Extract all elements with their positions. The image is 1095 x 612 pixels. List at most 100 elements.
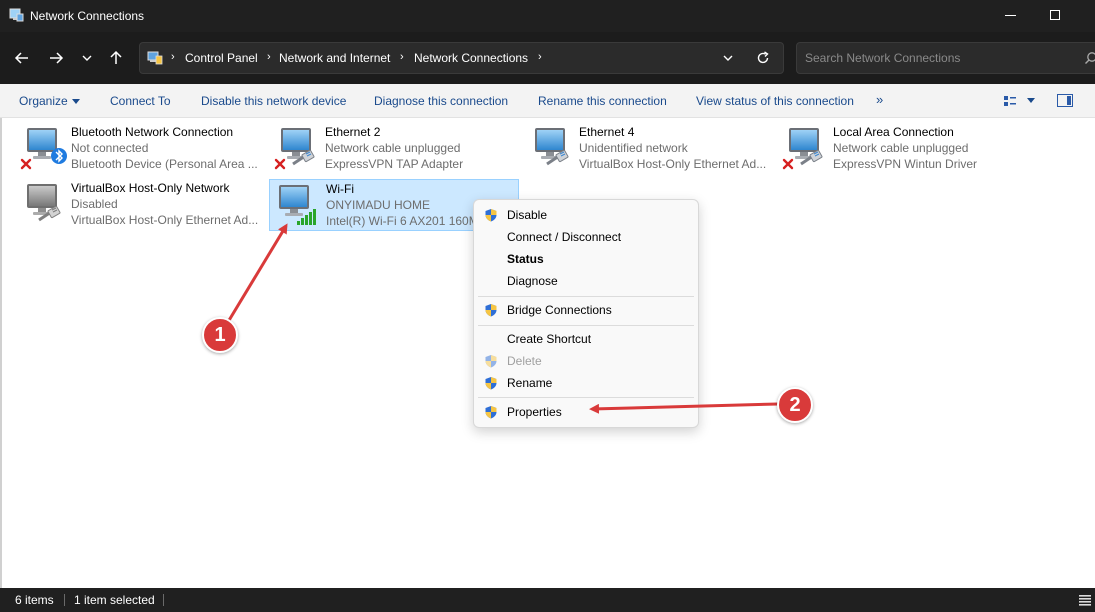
search-icon[interactable] bbox=[1084, 51, 1095, 65]
menu-item-label: Connect / Disconnect bbox=[507, 230, 622, 244]
maximize-button[interactable] bbox=[1050, 10, 1060, 20]
menu-item-rename[interactable]: Rename bbox=[474, 372, 698, 394]
context-menu: Disable Connect / Disconnect Status Diag… bbox=[473, 199, 699, 428]
connection-device: ExpressVPN TAP Adapter bbox=[325, 157, 464, 171]
connection-item-virtualbox[interactable]: VirtualBox Host-Only Network Disabled Vi… bbox=[17, 178, 267, 230]
connection-status: Network cable unplugged bbox=[833, 141, 969, 155]
window-edge bbox=[0, 118, 2, 588]
connection-name: Wi-Fi bbox=[326, 182, 354, 196]
menu-item-properties[interactable]: Properties bbox=[474, 401, 698, 423]
network-connections-app-icon bbox=[9, 8, 24, 22]
forward-arrow-icon[interactable] bbox=[48, 50, 64, 66]
connection-item-local-area[interactable]: Local Area Connection Network cable unpl… bbox=[779, 122, 1029, 174]
recent-locations-chevron-icon[interactable] bbox=[80, 52, 94, 64]
menu-separator bbox=[478, 325, 694, 326]
breadcrumb-network-and-internet[interactable]: Network and Internet bbox=[279, 51, 390, 65]
connection-item-ethernet-4[interactable]: Ethernet 4 Unidentified network VirtualB… bbox=[525, 122, 775, 174]
menu-item-label: Diagnose bbox=[507, 274, 558, 288]
connection-device: VirtualBox Host-Only Ethernet Ad... bbox=[579, 157, 767, 171]
ethernet-disconnected-icon bbox=[274, 126, 315, 170]
menu-separator bbox=[478, 397, 694, 398]
menu-item-label: Disable bbox=[507, 208, 548, 222]
items-count: 6 items bbox=[15, 593, 54, 607]
disable-device-button[interactable]: Disable this network device bbox=[201, 94, 346, 108]
connection-status: Unidentified network bbox=[579, 141, 688, 155]
uac-shield-icon bbox=[484, 208, 498, 222]
organize-label: Organize bbox=[19, 94, 68, 108]
diagnose-connection-button[interactable]: Diagnose this connection bbox=[374, 94, 508, 108]
back-arrow-icon[interactable] bbox=[14, 50, 30, 66]
details-view-icon[interactable] bbox=[1078, 593, 1092, 607]
status-separator bbox=[64, 594, 65, 606]
menu-item-bridge-connections[interactable]: Bridge Connections bbox=[474, 299, 698, 321]
connection-item-ethernet-2[interactable]: Ethernet 2 Network cable unplugged Expre… bbox=[271, 122, 521, 174]
menu-item-label: Rename bbox=[507, 376, 553, 390]
selected-count: 1 item selected bbox=[74, 593, 155, 607]
navigation-bar: › Control Panel › Network and Internet ›… bbox=[0, 32, 1095, 84]
search-input[interactable] bbox=[805, 50, 1075, 66]
ethernet-disabled-icon bbox=[19, 182, 61, 222]
menu-separator bbox=[478, 296, 694, 297]
menu-item-disable[interactable]: Disable bbox=[474, 204, 698, 226]
up-arrow-icon[interactable] bbox=[108, 50, 124, 66]
command-bar: Organize Connect To Disable this network… bbox=[0, 84, 1095, 118]
connection-status: Not connected bbox=[71, 141, 149, 155]
caret-down-icon bbox=[71, 99, 80, 105]
connection-name: Local Area Connection bbox=[833, 125, 954, 139]
refresh-icon[interactable] bbox=[756, 51, 770, 65]
menu-item-label: Delete bbox=[507, 354, 542, 368]
connection-status: Network cable unplugged bbox=[325, 141, 461, 155]
status-bar: 6 items 1 item selected bbox=[0, 588, 1095, 612]
view-status-button[interactable]: View status of this connection bbox=[696, 94, 854, 108]
organize-menu[interactable]: Organize bbox=[19, 94, 80, 108]
connection-status: ONYIMADU HOME bbox=[326, 198, 431, 212]
ethernet-icon bbox=[527, 126, 569, 166]
connection-device: VirtualBox Host-Only Ethernet Ad... bbox=[71, 213, 259, 227]
minimize-button[interactable] bbox=[1005, 15, 1016, 16]
breadcrumb-chevron-icon[interactable]: › bbox=[267, 51, 271, 63]
change-view-icon[interactable] bbox=[1003, 94, 1017, 108]
breadcrumb-chevron-icon[interactable]: › bbox=[400, 51, 404, 63]
breadcrumb-network-connections[interactable]: Network Connections bbox=[414, 51, 528, 65]
connection-device: ExpressVPN Wintun Driver bbox=[833, 157, 978, 171]
connect-to-button[interactable]: Connect To bbox=[110, 94, 171, 108]
menu-item-diagnose[interactable]: Diagnose bbox=[474, 270, 698, 292]
wifi-icon bbox=[271, 183, 316, 225]
connection-name: Bluetooth Network Connection bbox=[71, 125, 234, 139]
connection-item-bluetooth[interactable]: Bluetooth Network Connection Not connect… bbox=[17, 122, 267, 174]
annotation-badge-2: 2 bbox=[777, 387, 813, 423]
connection-device: Bluetooth Device (Personal Area ... bbox=[71, 157, 258, 171]
bluetooth-network-icon bbox=[20, 126, 67, 170]
menu-item-label: Bridge Connections bbox=[507, 303, 612, 317]
ethernet-disconnected-icon bbox=[782, 126, 823, 170]
address-dropdown-chevron-icon[interactable] bbox=[721, 52, 735, 64]
uac-shield-icon bbox=[484, 405, 498, 419]
status-separator bbox=[163, 594, 164, 606]
menu-item-delete: Delete bbox=[474, 350, 698, 372]
connection-name: Ethernet 2 bbox=[325, 125, 381, 139]
menu-item-label: Status bbox=[507, 252, 544, 266]
uac-shield-icon bbox=[484, 376, 498, 390]
search-box[interactable] bbox=[796, 42, 1095, 74]
address-bar[interactable]: › Control Panel › Network and Internet ›… bbox=[139, 42, 784, 74]
annotation-badge-1: 1 bbox=[202, 317, 238, 353]
uac-shield-icon bbox=[484, 303, 498, 317]
control-panel-icon bbox=[147, 51, 163, 65]
connection-name: VirtualBox Host-Only Network bbox=[71, 181, 230, 195]
menu-item-label: Create Shortcut bbox=[507, 332, 592, 346]
more-commands-button[interactable]: » bbox=[876, 92, 883, 107]
breadcrumb-chevron-icon[interactable]: › bbox=[538, 51, 542, 63]
connection-name: Ethernet 4 bbox=[579, 125, 635, 139]
view-options-caret-icon[interactable] bbox=[1027, 98, 1035, 103]
menu-item-connect-disconnect[interactable]: Connect / Disconnect bbox=[474, 226, 698, 248]
title-bar: Network Connections bbox=[0, 0, 1095, 32]
menu-item-status[interactable]: Status bbox=[474, 248, 698, 270]
rename-connection-button[interactable]: Rename this connection bbox=[538, 94, 667, 108]
connection-status: Disabled bbox=[71, 197, 118, 211]
window-title: Network Connections bbox=[30, 9, 145, 23]
breadcrumb-chevron-icon: › bbox=[171, 51, 175, 63]
menu-item-create-shortcut[interactable]: Create Shortcut bbox=[474, 328, 698, 350]
preview-pane-icon[interactable] bbox=[1057, 94, 1073, 107]
uac-shield-icon bbox=[484, 354, 498, 368]
breadcrumb-control-panel[interactable]: Control Panel bbox=[185, 51, 258, 65]
